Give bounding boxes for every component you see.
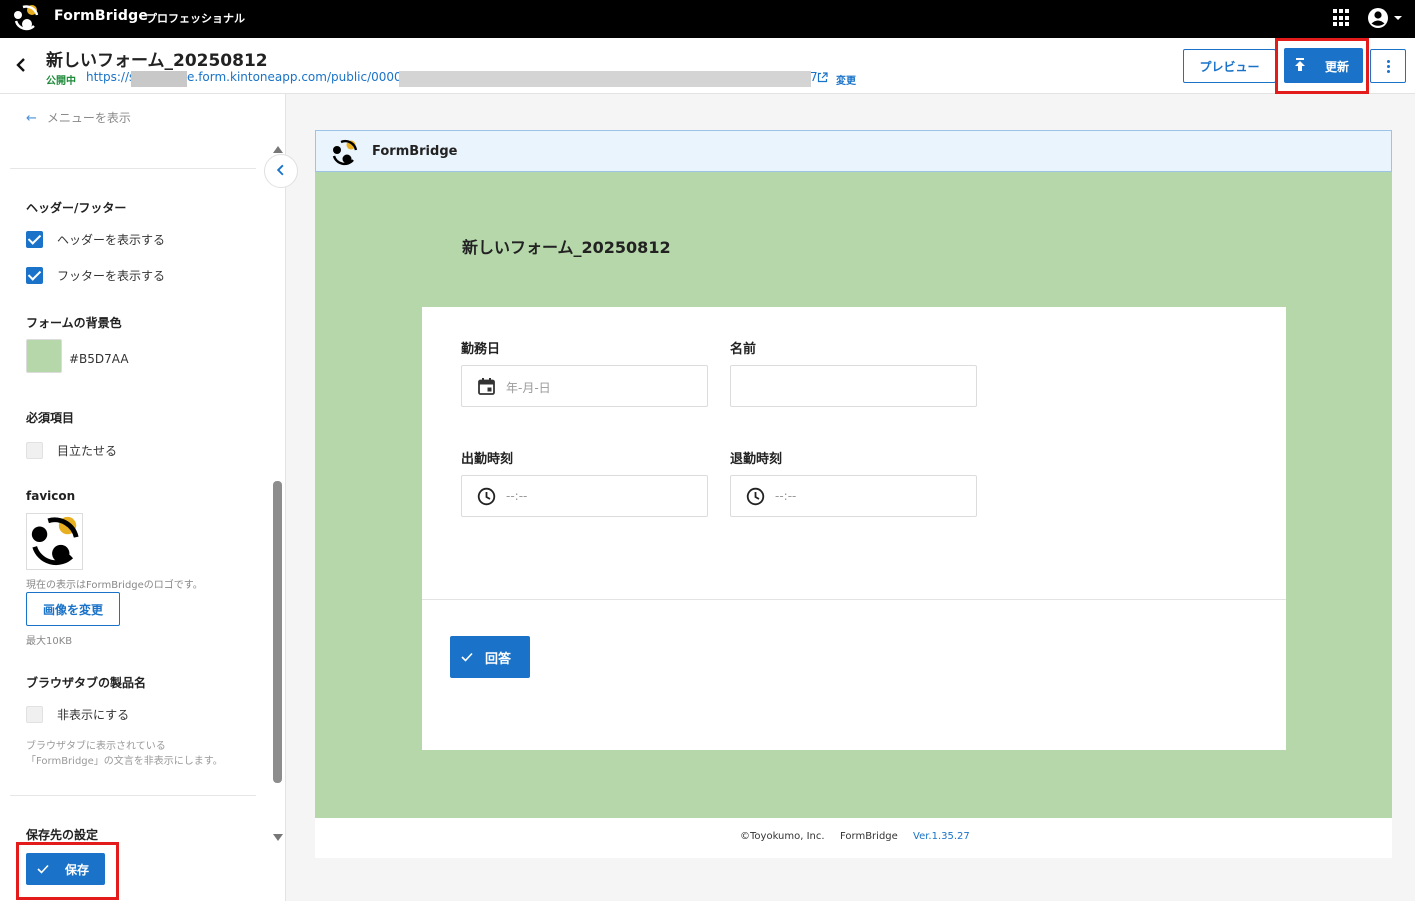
preview-header: FormBridge (315, 130, 1392, 172)
work-date-placeholder: 年-月-日 (506, 381, 551, 395)
plan-badge: プロフェッショナル (146, 12, 245, 25)
scroll-down-arrow[interactable] (273, 834, 283, 841)
show-menu-label: メニューを表示 (46, 111, 131, 125)
public-url-prefix[interactable]: https://s (86, 70, 135, 84)
clock-out-placeholder: --:-- (775, 489, 797, 503)
preview-header-brand: FormBridge (372, 144, 458, 159)
update-button-label: 更新 (1325, 60, 1350, 74)
hide-product-name-checkbox[interactable] (26, 705, 43, 723)
hint-line-1: ブラウザタブに表示されている (26, 741, 166, 752)
name-input[interactable] (730, 365, 977, 407)
apps-grid-icon[interactable] (1333, 9, 1351, 27)
check-icon (37, 864, 49, 874)
footer-brand: FormBridge (840, 831, 898, 842)
browser-tab-heading: ブラウザタブの製品名 (26, 676, 147, 690)
show-footer-label: フッターを表示する (57, 268, 166, 283)
max-size-note: 最大10KB (26, 636, 73, 647)
show-header-checkbox[interactable] (26, 230, 43, 248)
background-color-heading: フォームの背景色 (26, 316, 122, 330)
more-options-button[interactable] (1370, 49, 1406, 83)
header-footer-heading: ヘッダー/フッター (26, 201, 127, 215)
form-preview: FormBridge 新しいフォーム_20250812 勤務日 年-月-日 名前… (315, 130, 1392, 858)
formbridge-logo-icon (31, 516, 79, 565)
formbridge-logo-icon (332, 139, 358, 166)
update-button[interactable]: 更新 (1284, 48, 1363, 83)
calendar-icon (478, 378, 495, 395)
hide-product-name-checkbox-row[interactable]: 非表示にする (26, 705, 129, 723)
clock-icon (746, 487, 765, 506)
show-footer-checkbox[interactable] (26, 266, 43, 284)
browser-tab-hint: ブラウザタブに表示されている 「FormBridge」の文言を非表示にします。 (26, 739, 223, 769)
divider (10, 168, 256, 169)
background-color-swatch[interactable] (26, 339, 62, 373)
preview-footer: ©Toyokumo, Inc. FormBridge Ver.1.35.27 (315, 818, 1392, 858)
work-date-label: 勤務日 (461, 342, 501, 357)
redacted-url-part (399, 71, 811, 87)
formbridge-logo-icon[interactable] (12, 4, 40, 32)
back-chevron-icon[interactable] (10, 54, 32, 76)
save-destination-heading: 保存先の設定 (26, 828, 99, 842)
divider (10, 795, 256, 796)
change-url-link[interactable]: 変更 (836, 72, 856, 87)
background-color-value: #B5D7AA (69, 352, 129, 366)
favicon-heading: favicon (26, 489, 76, 503)
publish-status: 公開中 (46, 76, 76, 87)
collapse-sidebar-button[interactable] (264, 154, 298, 188)
submit-button-label: 回答 (485, 652, 512, 667)
show-header-label: ヘッダーを表示する (57, 232, 166, 247)
required-fields-heading: 必須項目 (26, 411, 75, 425)
show-footer-checkbox-row[interactable]: フッターを表示する (26, 266, 165, 284)
app-bar: FormBridge プロフェッショナル (0, 0, 1415, 38)
change-image-button[interactable]: 画像を変更 (26, 592, 120, 626)
favicon-note: 現在の表示はFormBridgeのロゴです。 (26, 580, 203, 591)
hide-product-name-label: 非表示にする (57, 707, 130, 722)
public-url-middle[interactable]: e.form.kintoneapp.com/public/00004 (187, 70, 409, 84)
show-menu-link[interactable]: ← メニューを表示 (26, 109, 131, 126)
highlight-required-label: 目立たせる (57, 443, 118, 458)
form-header: 新しいフォーム_20250812 公開中 https://s e.form.ki… (0, 38, 1415, 94)
show-header-checkbox-row[interactable]: ヘッダーを表示する (26, 230, 165, 248)
scroll-up-arrow[interactable] (273, 146, 283, 153)
name-label: 名前 (730, 342, 757, 357)
clock-out-input[interactable]: --:-- (730, 475, 977, 517)
highlight-required-checkbox-row[interactable]: 目立たせる (26, 441, 117, 459)
chevron-left-icon (276, 164, 284, 176)
sidebar-scrollbar-thumb[interactable] (273, 481, 282, 783)
highlight-required-checkbox[interactable] (26, 441, 43, 459)
upload-icon (1295, 58, 1305, 71)
external-link-icon[interactable] (817, 72, 828, 83)
form-title: 新しいフォーム_20250812 (46, 51, 268, 71)
divider (422, 599, 1286, 600)
clock-in-placeholder: --:-- (506, 489, 528, 503)
preview-button[interactable]: プレビュー (1183, 49, 1276, 83)
save-button-label: 保存 (65, 863, 90, 877)
account-circle-icon[interactable] (1366, 6, 1406, 30)
work-date-input[interactable]: 年-月-日 (461, 365, 708, 407)
save-button[interactable]: 保存 (26, 853, 105, 885)
settings-sidebar: ← メニューを表示 ヘッダー/フッター ヘッダーを表示する フッターを表示する フ… (0, 94, 286, 901)
check-icon (461, 652, 473, 662)
preview-background: 新しいフォーム_20250812 勤務日 年-月-日 名前 出勤時刻 --:--… (315, 172, 1392, 818)
redacted-url-part (131, 71, 187, 87)
footer-version[interactable]: Ver.1.35.27 (913, 831, 970, 842)
clock-in-input[interactable]: --:-- (461, 475, 708, 517)
footer-copyright: ©Toyokumo, Inc. (740, 831, 825, 842)
form-card: 勤務日 年-月-日 名前 出勤時刻 --:-- 退勤時刻 --:-- 回答 (422, 307, 1286, 750)
submit-button[interactable]: 回答 (450, 636, 530, 678)
arrow-left-icon: ← (26, 111, 37, 126)
hint-line-2: 「FormBridge」の文言を非表示にします。 (26, 756, 223, 767)
clock-in-label: 出勤時刻 (461, 452, 514, 467)
clock-out-label: 退勤時刻 (730, 452, 783, 467)
preview-form-title: 新しいフォーム_20250812 (462, 238, 671, 257)
app-brand: FormBridge (54, 8, 149, 24)
favicon-preview (26, 513, 83, 570)
clock-icon (477, 487, 496, 506)
